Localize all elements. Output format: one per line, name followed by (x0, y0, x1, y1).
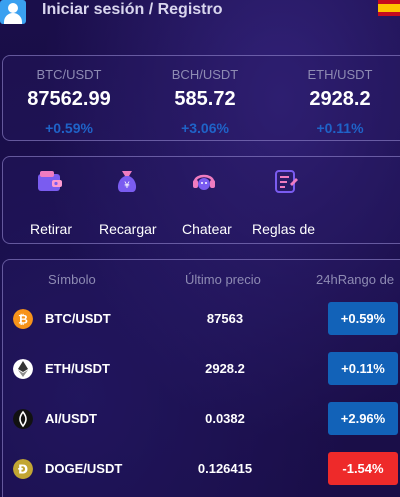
ticker-pair: ETH/USDT (307, 67, 373, 82)
svg-text:Ð: Ð (18, 463, 28, 477)
ticker-pair: BTC/USDT (36, 67, 102, 82)
spain-flag-icon[interactable] (378, 0, 400, 16)
login-register-link[interactable]: Iniciar sesión / Registro (42, 1, 223, 19)
ticker-price: 87562.99 (27, 88, 111, 110)
row-symbol: ETH/USDT (45, 361, 110, 376)
market-table: Símbolo Último precio 24hRango de ₿ BTC/… (2, 259, 400, 497)
table-row[interactable]: ETH/USDT 2928.2 +0.11% (3, 350, 400, 388)
svg-text:¥: ¥ (124, 181, 130, 191)
row-price: 0.126415 (197, 461, 253, 476)
ticker-change: +0.59% (45, 120, 93, 136)
ticker-change: +3.06% (181, 120, 229, 136)
ticker-eth[interactable]: ETH/USDT 2928.2 +0.11% (285, 56, 395, 136)
top-bar: Iniciar sesión / Registro (0, 0, 400, 44)
column-header-24h-range: 24hRango de (316, 272, 395, 287)
action-label: Retirar (30, 221, 73, 237)
ticker-btc[interactable]: BTC/USDT 87562.99 +0.59% (14, 56, 124, 136)
ticker-price: 2928.2 (309, 88, 371, 110)
column-header-symbol: Símbolo (48, 272, 96, 287)
user-avatar-icon[interactable] (0, 0, 26, 24)
change-badge: +0.59% (328, 302, 398, 335)
ticker-bch[interactable]: BCH/USDT 585.72 +3.06% (150, 56, 260, 136)
row-symbol: BTC/USDT (45, 311, 111, 326)
table-row[interactable]: Ð DOGE/USDT 0.126415 -1.54% (3, 450, 400, 488)
ticker-change: +0.11% (316, 120, 364, 136)
row-symbol: AI/USDT (45, 411, 97, 426)
ethereum-icon (13, 359, 33, 379)
row-price: 87563 (206, 311, 244, 326)
table-row[interactable]: ₿ BTC/USDT 87563 +0.59% (3, 300, 400, 338)
money-bag-icon: ¥ (117, 171, 137, 192)
change-badge: +2.96% (328, 402, 398, 435)
rules-list-icon (275, 170, 298, 193)
ticker-panel: BTC/USDT 87562.99 +0.59% BCH/USDT 585.72… (2, 55, 400, 141)
quick-actions-panel: Retirar ¥ Recargar Chatear Reglas de (2, 156, 400, 244)
ai-token-icon (13, 409, 33, 429)
action-label: Recargar (99, 221, 157, 237)
action-label: Chatear (182, 221, 232, 237)
row-price: 0.0382 (205, 411, 245, 426)
table-row[interactable]: AI/USDT 0.0382 +2.96% (3, 400, 400, 438)
row-symbol: DOGE/USDT (45, 461, 123, 476)
dogecoin-icon: Ð (13, 459, 33, 479)
row-price: 2928.2 (205, 361, 245, 376)
change-badge: +0.11% (328, 352, 398, 385)
headset-icon (193, 174, 215, 190)
bitcoin-icon: ₿ (13, 309, 33, 329)
ticker-price: 585.72 (174, 88, 236, 110)
ticker-pair: BCH/USDT (171, 67, 239, 82)
action-label: Reglas de (252, 221, 316, 237)
change-badge: -1.54% (328, 452, 398, 485)
column-header-last-price: Último precio (185, 272, 261, 287)
wallet-icon (38, 171, 62, 191)
svg-text:₿: ₿ (18, 313, 28, 327)
